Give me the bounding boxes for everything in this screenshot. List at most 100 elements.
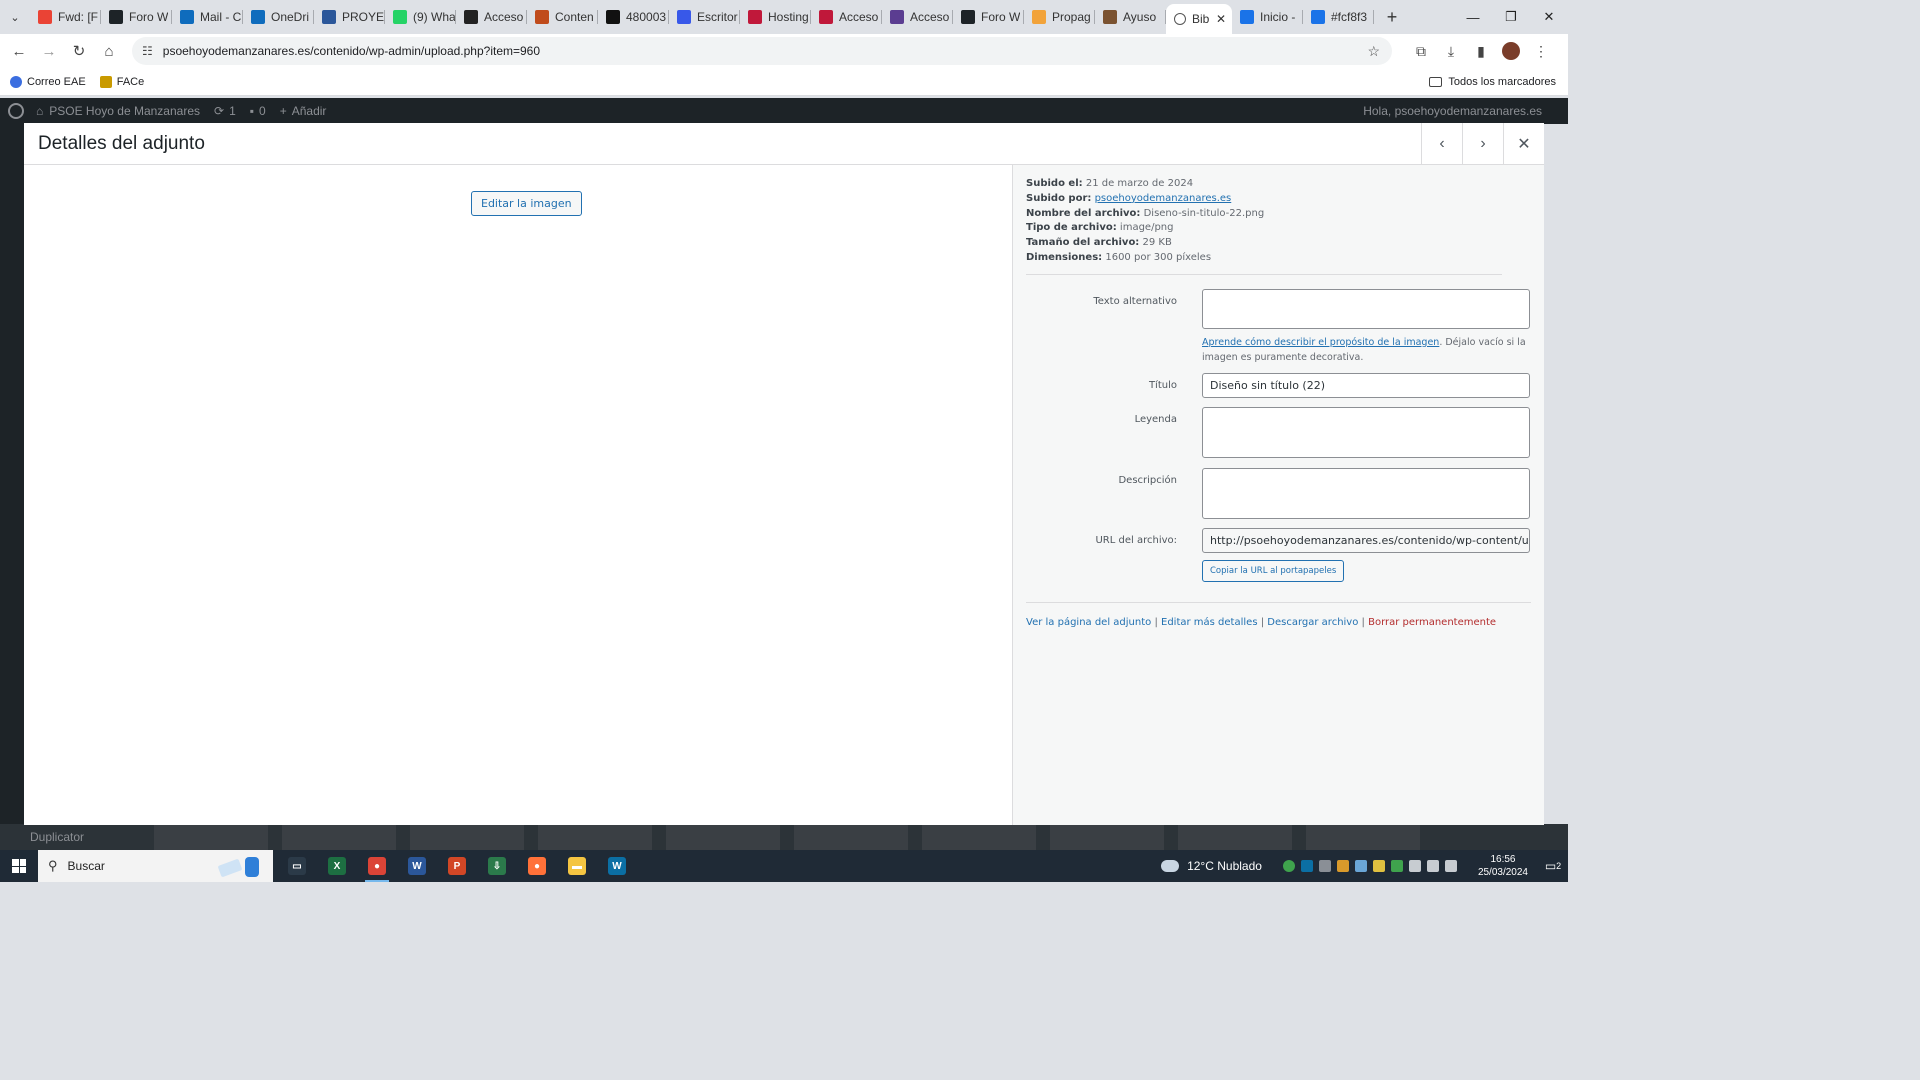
extensions-icon[interactable]: ⧉	[1406, 36, 1436, 66]
edit-more-details-link[interactable]: Editar más detalles	[1161, 617, 1258, 628]
media-thumbnail[interactable]	[154, 824, 269, 850]
tray-app-icon[interactable]	[1354, 860, 1367, 872]
taskbar-search[interactable]: ⚲ Buscar	[38, 850, 273, 882]
tray-app-icon[interactable]	[1300, 860, 1313, 872]
downloads-icon[interactable]: ⤓	[1436, 36, 1466, 66]
taskbar-app[interactable]: P	[437, 850, 477, 882]
account-greeting[interactable]: Hola, psoehoyodemanzanares.es	[1363, 104, 1542, 118]
browser-tab[interactable]: (9) Wha	[385, 4, 456, 30]
browser-tab[interactable]: Acceso	[811, 4, 882, 30]
new-tab-button[interactable]: +	[1378, 3, 1406, 31]
tray-app-icon[interactable]	[1282, 860, 1295, 872]
caption-textarea[interactable]	[1202, 407, 1530, 458]
browser-tab[interactable]: 480003	[598, 4, 669, 30]
tray-app-icon[interactable]	[1336, 860, 1349, 872]
browser-tab[interactable]: Escritor	[669, 4, 740, 30]
taskbar-app[interactable]: ⇩	[477, 850, 517, 882]
reload-icon[interactable]: ↻	[64, 36, 94, 66]
browser-tab[interactable]: Mail - C	[172, 4, 243, 30]
updates-link[interactable]: ⟳ 1	[214, 104, 236, 118]
delete-permanently-link[interactable]: Borrar permanentemente	[1368, 617, 1496, 628]
taskbar-app[interactable]: ▭	[277, 850, 317, 882]
start-button[interactable]	[0, 850, 38, 882]
media-thumbnail[interactable]	[1178, 824, 1293, 850]
onedrive-icon[interactable]	[1426, 860, 1439, 872]
taskbar-clock[interactable]: 16:56 25/03/2024	[1478, 853, 1528, 879]
media-thumbnail[interactable]	[282, 824, 397, 850]
uploaded-by-link[interactable]: psoehoyodemanzanares.es	[1095, 193, 1232, 204]
duplicator-menu-item[interactable]: Duplicator	[30, 830, 84, 844]
tab-label: Ayuso	[1123, 10, 1157, 24]
tab-search-chevron-icon[interactable]: ⌄	[0, 0, 30, 34]
bookmark-correo-eae[interactable]: Correo EAE	[10, 75, 86, 88]
title-input[interactable]: Diseño sin título (22)	[1202, 373, 1530, 398]
tray-app-icon[interactable]	[1390, 860, 1403, 872]
previous-attachment-icon[interactable]: ‹	[1421, 122, 1462, 165]
media-thumbnail[interactable]	[922, 824, 1037, 850]
tray-app-icon[interactable]	[1318, 860, 1331, 872]
profile-avatar[interactable]	[1502, 42, 1520, 60]
browser-tab[interactable]: Hosting	[740, 4, 811, 30]
taskbar-app[interactable]: W	[397, 850, 437, 882]
taskbar-app[interactable]: ●	[517, 850, 557, 882]
close-window-icon[interactable]: ✕	[1530, 0, 1568, 34]
minimize-icon[interactable]: —	[1454, 0, 1492, 34]
copy-url-button[interactable]: Copiar la URL al portapapeles	[1202, 560, 1345, 582]
media-thumbnail[interactable]	[666, 824, 781, 850]
weather-widget[interactable]: 12°C Nublado	[1161, 859, 1262, 873]
browser-tab[interactable]: Inicio -	[1232, 4, 1303, 30]
close-modal-icon[interactable]: ✕	[1503, 122, 1544, 165]
media-thumbnail[interactable]	[410, 824, 525, 850]
side-panel-icon[interactable]: ▮	[1466, 36, 1496, 66]
restore-icon[interactable]: ❐	[1492, 0, 1530, 34]
notifications-button[interactable]: ▭ 2	[1538, 859, 1568, 873]
browser-tab[interactable]: Acceso	[456, 4, 527, 30]
site-info-icon[interactable]: ☷	[142, 44, 153, 58]
download-file-link[interactable]: Descargar archivo	[1267, 617, 1358, 628]
forward-icon[interactable]: →	[34, 36, 64, 66]
edit-image-button[interactable]: Editar la imagen	[471, 191, 582, 216]
browser-tab[interactable]: Conten	[527, 4, 598, 30]
back-icon[interactable]: ←	[4, 36, 34, 66]
browser-tab[interactable]: Foro W	[953, 4, 1024, 30]
network-icon[interactable]	[1408, 860, 1421, 872]
browser-tab[interactable]: PROYEC	[314, 4, 385, 30]
browser-tab-active[interactable]: Bib ✕	[1166, 4, 1232, 34]
file-url-input[interactable]: http://psoehoyodemanzanares.es/contenido…	[1202, 528, 1530, 553]
browser-tab[interactable]: #fcf8f3	[1303, 4, 1374, 30]
volume-icon[interactable]	[1444, 860, 1457, 872]
taskbar-app[interactable]: ●	[357, 850, 397, 882]
modal-header: Detalles del adjunto ‹ › ✕	[24, 122, 1544, 165]
bookmark-star-icon[interactable]: ☆	[1367, 43, 1380, 60]
comments-link[interactable]: ▪ 0	[250, 104, 266, 118]
taskbar-app[interactable]: W	[597, 850, 637, 882]
menu-kebab-icon[interactable]: ⋮	[1526, 36, 1556, 66]
browser-tab[interactable]: Foro W	[101, 4, 172, 30]
browser-tab[interactable]: Fwd: [F	[30, 4, 101, 30]
browser-tab[interactable]: Ayuso	[1095, 4, 1166, 30]
media-thumbnail[interactable]	[538, 824, 653, 850]
url-text[interactable]: psoehoyodemanzanares.es/contenido/wp-adm…	[163, 44, 540, 58]
browser-tab[interactable]: OneDri	[243, 4, 314, 30]
media-thumbnail[interactable]	[794, 824, 909, 850]
browser-tab[interactable]: Propag	[1024, 4, 1095, 30]
browser-tab[interactable]: Acceso	[882, 4, 953, 30]
home-icon[interactable]: ⌂	[94, 36, 124, 66]
address-bar[interactable]: ☷ psoehoyodemanzanares.es/contenido/wp-a…	[132, 37, 1392, 65]
add-new-link[interactable]: + Añadir	[280, 104, 327, 118]
alt-text-help-link[interactable]: Aprende cómo describir el propósito de l…	[1202, 337, 1439, 348]
wordpress-logo-icon[interactable]	[8, 103, 24, 119]
description-textarea[interactable]	[1202, 468, 1530, 519]
next-attachment-icon[interactable]: ›	[1462, 122, 1503, 165]
site-name[interactable]: ⌂ PSOE Hoyo de Manzanares	[36, 104, 200, 118]
view-attachment-page-link[interactable]: Ver la página del adjunto	[1026, 617, 1151, 628]
tray-app-icon[interactable]	[1372, 860, 1385, 872]
alt-text-textarea[interactable]	[1202, 289, 1530, 329]
media-thumbnail[interactable]	[1050, 824, 1165, 850]
taskbar-app[interactable]: ▬	[557, 850, 597, 882]
taskbar-app[interactable]: X	[317, 850, 357, 882]
media-thumbnail[interactable]	[1306, 824, 1421, 850]
bookmark-face[interactable]: FACe	[99, 75, 144, 88]
all-bookmarks-button[interactable]: Todos los marcadores	[1429, 76, 1556, 88]
close-tab-icon[interactable]: ✕	[1216, 12, 1226, 26]
